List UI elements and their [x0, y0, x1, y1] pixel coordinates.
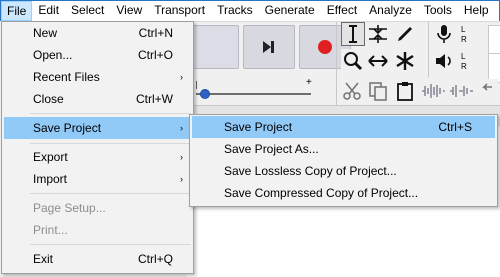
menu-item-shortcut: Ctrl+W	[136, 92, 173, 106]
time-shift-tool[interactable]	[366, 49, 390, 73]
menu-item-label: Close	[33, 92, 64, 106]
undo-tool[interactable]	[478, 79, 498, 103]
menu-item-export[interactable]: Export ›	[4, 146, 191, 168]
menu-separator	[30, 143, 191, 144]
menu-item-open[interactable]: Open... Ctrl+O	[4, 44, 191, 66]
meter-right-label: R	[461, 62, 467, 71]
menu-item-close[interactable]: Close Ctrl+W	[4, 88, 191, 110]
menu-separator	[30, 244, 191, 245]
envelope-icon	[369, 25, 387, 43]
menu-select[interactable]: Select	[65, 1, 110, 21]
silence-tool[interactable]	[448, 79, 474, 103]
cut-tool[interactable]	[340, 79, 364, 103]
menu-item-label: Save Project	[33, 121, 102, 135]
menu-transport[interactable]: Transport	[148, 1, 211, 21]
menu-item-save-compressed-copy[interactable]: Save Compressed Copy of Project...	[192, 182, 495, 204]
slider-plus-label: +	[306, 77, 312, 88]
slider-knob[interactable]	[200, 89, 210, 99]
menu-bar: File Edit Select View Transport Tracks G…	[1, 1, 499, 22]
menu-generate[interactable]: Generate	[259, 1, 321, 21]
toolbar-divider	[336, 21, 337, 105]
menu-item-label: Save Compressed Copy of Project...	[224, 186, 419, 200]
menu-item-label: Exit	[33, 252, 54, 266]
selection-tool[interactable]	[341, 22, 365, 46]
paste-tool[interactable]	[393, 79, 417, 103]
copy-tool[interactable]	[366, 79, 390, 103]
menu-item-save-project-as[interactable]: Save Project As...	[192, 138, 495, 160]
magnifier-icon	[344, 52, 363, 71]
menu-item-save-project[interactable]: Save Project ›	[4, 117, 191, 139]
meter-left-label: L	[461, 52, 466, 61]
playback-meter-labels: L R	[461, 52, 467, 72]
menu-item-print: Print...	[4, 219, 191, 241]
clipboard-icon	[397, 82, 413, 101]
copy-icon	[369, 82, 387, 101]
play-button[interactable]	[187, 25, 239, 69]
save-project-submenu: Save Project Ctrl+S Save Project As... S…	[189, 114, 498, 207]
menu-item-shortcut: Ctrl+N	[138, 26, 173, 40]
menu-tracks[interactable]: Tracks	[211, 1, 259, 21]
record-meter-bar	[488, 25, 500, 55]
menu-item-label: Save Lossless Copy of Project...	[224, 164, 397, 178]
menu-file[interactable]: File	[1, 1, 33, 21]
microphone-icon	[437, 25, 451, 43]
menu-separator	[30, 193, 191, 194]
asterisk-icon	[396, 52, 414, 70]
menu-item-label: Save Project	[224, 120, 293, 134]
menu-tools[interactable]: Tools	[418, 1, 458, 21]
chevron-right-icon: ›	[180, 123, 183, 133]
menu-item-shortcut: Ctrl+O	[137, 48, 173, 62]
speaker-icon	[436, 54, 451, 68]
playback-meter-button[interactable]	[432, 49, 456, 73]
menu-help[interactable]: Help	[458, 1, 495, 21]
multi-tool[interactable]	[393, 49, 417, 73]
double-arrow-icon	[368, 55, 388, 67]
meter-left-label: L	[461, 25, 466, 34]
trim-tool[interactable]	[420, 79, 446, 103]
menu-item-import[interactable]: Import ›	[4, 168, 191, 190]
envelope-tool[interactable]	[366, 22, 390, 46]
pencil-icon	[398, 27, 412, 41]
menu-item-label: Open...	[33, 48, 73, 62]
chevron-right-icon: ›	[180, 152, 183, 162]
skip-end-icon	[263, 41, 274, 53]
draw-tool[interactable]	[393, 22, 417, 46]
chevron-right-icon: ›	[180, 72, 183, 82]
menu-view[interactable]: View	[110, 1, 148, 21]
scissors-icon	[343, 82, 361, 100]
meter-right-label: R	[461, 35, 467, 44]
menu-item-label: Save Project As...	[224, 142, 319, 156]
slider-track	[196, 93, 311, 95]
chevron-right-icon: ›	[180, 174, 183, 184]
menu-item-save-project[interactable]: Save Project Ctrl+S	[192, 116, 495, 138]
undo-icon	[482, 83, 492, 91]
file-menu: New Ctrl+N Open... Ctrl+O Recent Files ›…	[1, 21, 194, 274]
record-meter-labels: L R	[461, 25, 467, 45]
zoom-tool[interactable]	[341, 49, 365, 73]
menu-analyze[interactable]: Analyze	[363, 1, 418, 21]
waveform-icon	[450, 85, 473, 97]
i-beam-icon	[349, 25, 357, 43]
slider-ticks	[196, 81, 317, 89]
toolbar-divider	[428, 21, 429, 77]
menu-item-page-setup: Page Setup...	[4, 197, 191, 219]
menu-item-new[interactable]: New Ctrl+N	[4, 22, 191, 44]
menu-item-label: Import	[33, 172, 68, 186]
menu-item-recent-files[interactable]: Recent Files ›	[4, 66, 191, 88]
menu-item-label: Export	[33, 150, 68, 164]
menu-edit[interactable]: Edit	[32, 1, 65, 21]
menu-item-exit[interactable]: Exit Ctrl+Q	[4, 248, 191, 270]
menu-item-label: Print...	[33, 223, 68, 237]
menu-effect[interactable]: Effect	[321, 1, 363, 21]
menu-item-shortcut: Ctrl+S	[438, 120, 472, 134]
record-meter-button[interactable]	[432, 22, 456, 46]
menu-item-label: Recent Files	[33, 70, 100, 84]
waveform-icon	[422, 84, 445, 98]
menu-item-label: Page Setup...	[33, 201, 106, 215]
menu-item-label: New	[33, 26, 58, 40]
skip-to-end-button[interactable]	[243, 25, 295, 69]
menu-separator	[30, 113, 191, 114]
menu-item-save-lossless-copy[interactable]: Save Lossless Copy of Project...	[192, 160, 495, 182]
menu-item-shortcut: Ctrl+Q	[137, 252, 173, 266]
